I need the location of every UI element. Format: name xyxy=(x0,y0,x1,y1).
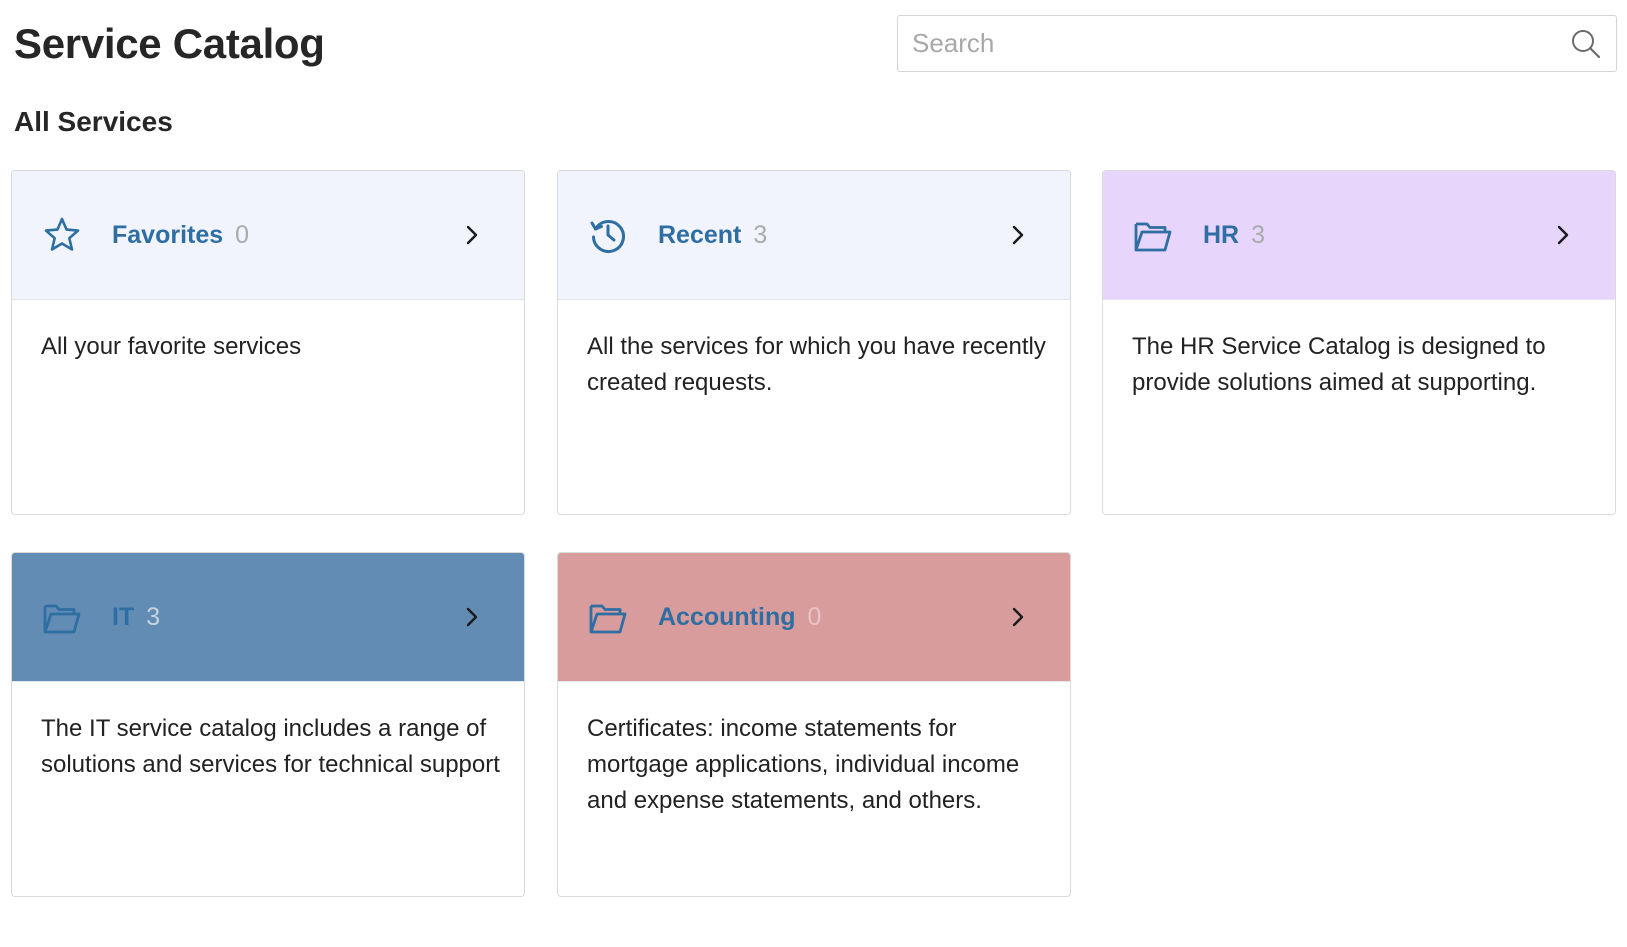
card-title-group: IT 3 xyxy=(112,598,160,636)
folder-icon xyxy=(588,597,628,637)
card-count: 0 xyxy=(807,603,822,631)
chevron-right-icon[interactable] xyxy=(460,223,484,247)
card-header[interactable]: Recent 3 xyxy=(558,171,1070,300)
card-description: Certificates: income statements for mort… xyxy=(587,715,1020,814)
card-title: IT xyxy=(112,603,135,631)
folder-icon xyxy=(42,597,82,637)
card-title: Accounting xyxy=(658,603,796,631)
service-card-favorites[interactable]: Favorites 0 All your favorite services xyxy=(11,170,525,515)
card-header[interactable]: HR 3 xyxy=(1103,171,1615,300)
service-catalog-page: Service Catalog All Services Favorites 0 xyxy=(0,0,1627,947)
search-icon[interactable] xyxy=(1570,28,1602,60)
card-title: Recent xyxy=(658,221,742,249)
folder-icon xyxy=(1133,215,1173,255)
section-title: All Services xyxy=(14,106,173,137)
card-count: 0 xyxy=(235,221,250,249)
chevron-right-icon[interactable] xyxy=(1006,605,1030,629)
chevron-right-icon[interactable] xyxy=(1006,223,1030,247)
chevron-right-icon[interactable] xyxy=(460,605,484,629)
card-title: HR xyxy=(1203,221,1240,249)
card-count: 3 xyxy=(753,221,768,249)
page-title: Service Catalog xyxy=(14,20,325,67)
card-title: Favorites xyxy=(112,221,224,249)
history-icon xyxy=(588,215,628,255)
star-icon xyxy=(42,215,82,255)
card-header[interactable]: Accounting 0 xyxy=(558,553,1070,682)
search-input[interactable] xyxy=(912,16,1542,71)
card-description: All the services for which you have rece… xyxy=(587,333,1046,396)
card-count: 3 xyxy=(1251,221,1266,249)
card-title-group: Favorites 0 xyxy=(112,216,249,254)
search-box[interactable] xyxy=(897,15,1617,72)
card-description: The IT service catalog includes a range … xyxy=(41,715,500,778)
card-header[interactable]: Favorites 0 xyxy=(12,171,524,300)
service-card-recent[interactable]: Recent 3 All the services for which you h… xyxy=(557,170,1071,515)
card-header[interactable]: IT 3 xyxy=(12,553,524,682)
card-title-group: HR 3 xyxy=(1203,216,1265,254)
card-description: All your favorite services xyxy=(41,333,302,360)
service-card-hr[interactable]: HR 3 The HR Service Catalog is designed t… xyxy=(1102,170,1616,515)
card-description: The HR Service Catalog is designed to pr… xyxy=(1132,333,1546,396)
card-count: 3 xyxy=(146,603,161,631)
card-title-group: Accounting 0 xyxy=(658,598,821,636)
card-title-group: Recent 3 xyxy=(658,216,767,254)
chevron-right-icon[interactable] xyxy=(1551,223,1575,247)
service-card-accounting[interactable]: Accounting 0 Certificates: income stateme… xyxy=(557,552,1071,897)
service-card-it[interactable]: IT 3 The IT service catalog includes a ra… xyxy=(11,552,525,897)
